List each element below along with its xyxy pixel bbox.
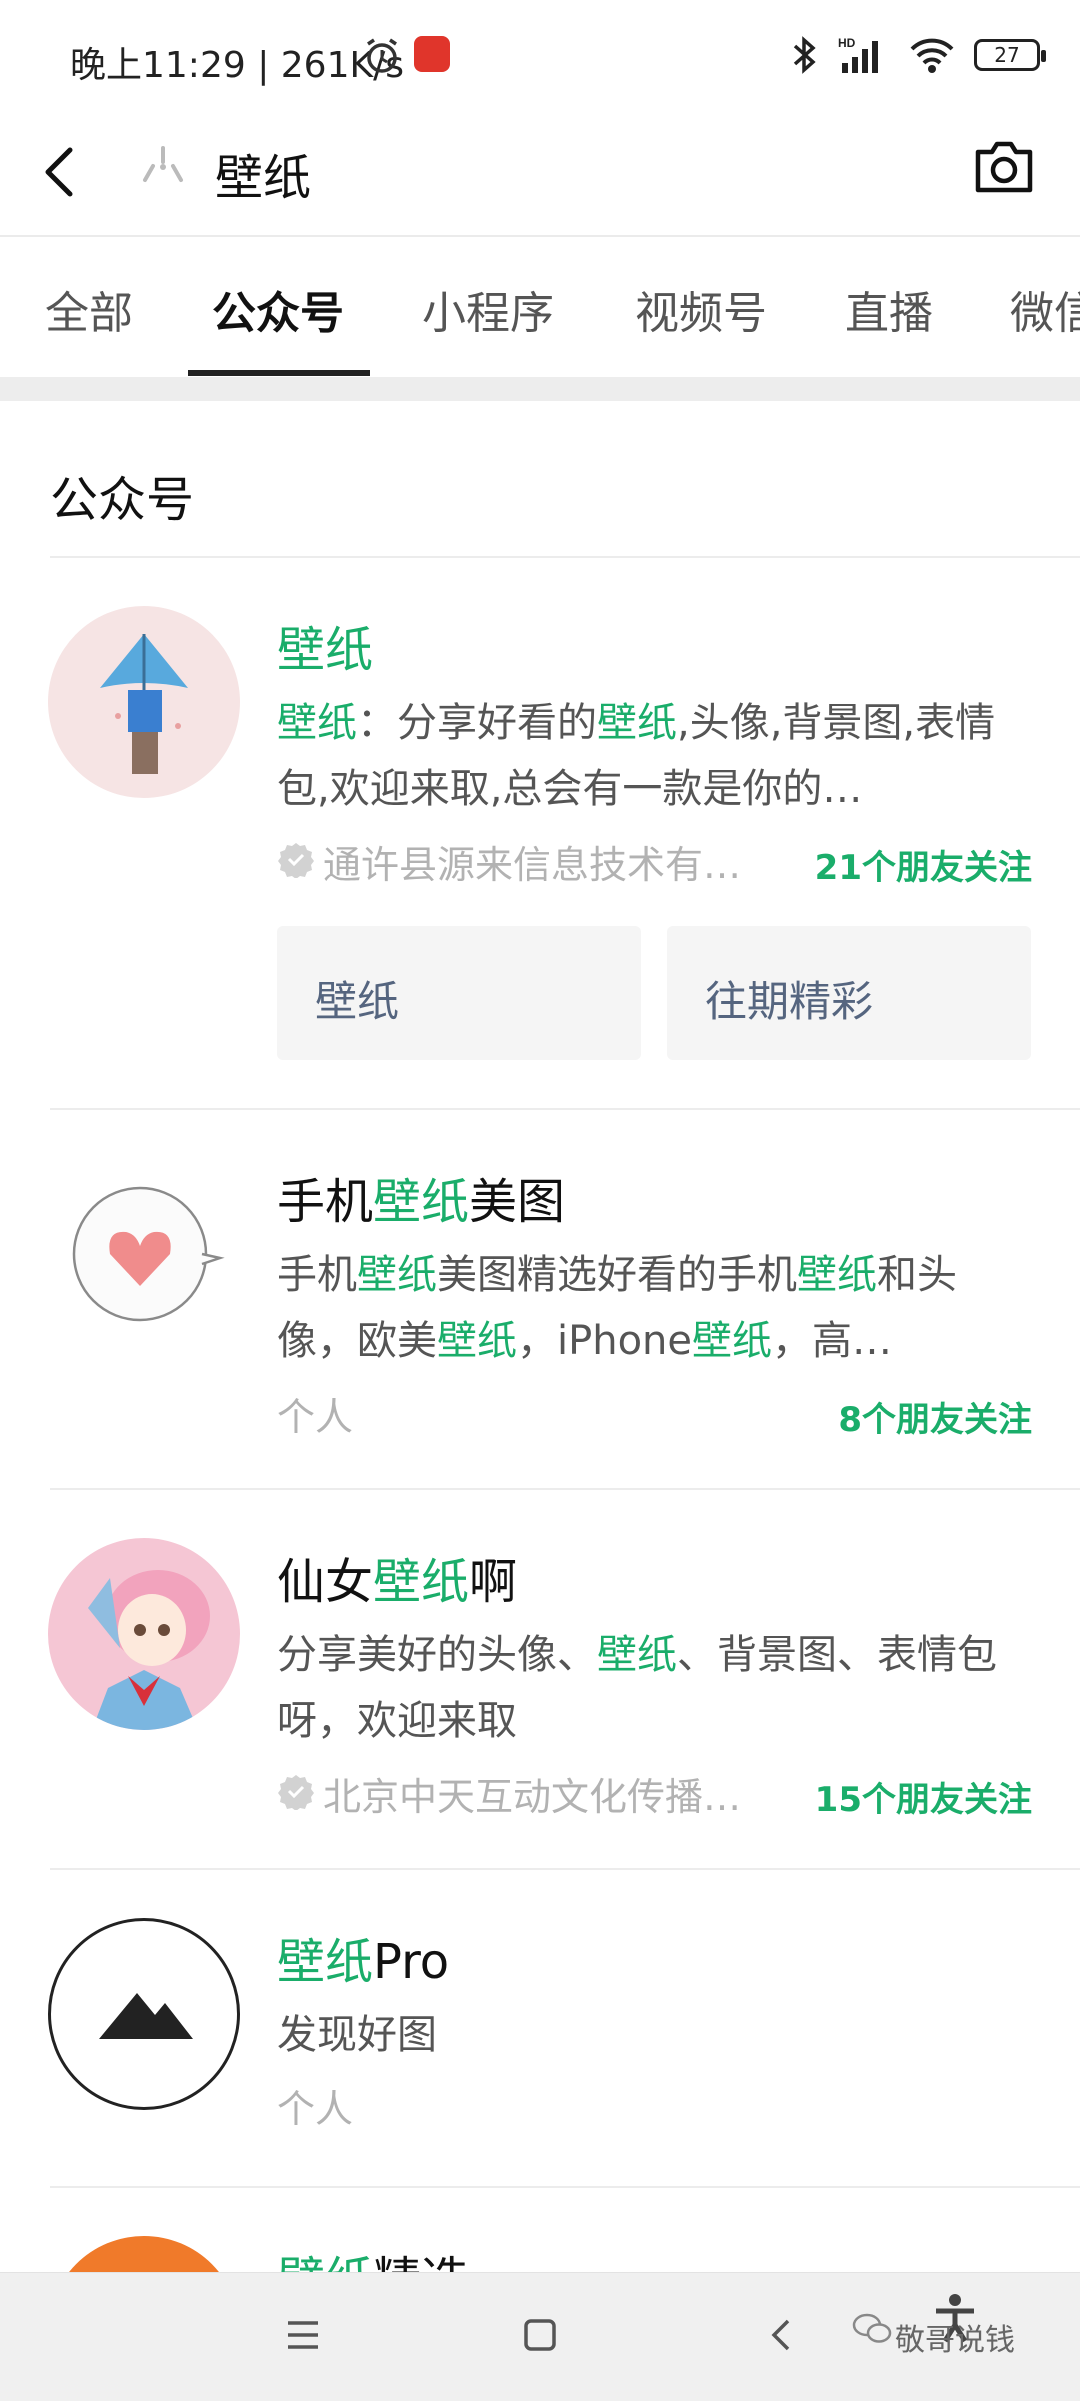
result-description: 分享美好的头像、壁纸、背景图、表情包呀，欢迎来取 xyxy=(277,1632,997,1744)
home-icon[interactable] xyxy=(522,2317,558,2357)
menu-button-history[interactable]: 往期精彩 xyxy=(667,926,1031,1060)
active-tab-indicator xyxy=(188,370,370,376)
svg-text:HD: HD xyxy=(838,36,856,50)
status-icons: HD 27 xyxy=(790,34,1046,76)
result-item-5[interactable]: 壁纸精选 xyxy=(0,2188,1080,2272)
result-title: 壁纸精选 xyxy=(277,2240,469,2272)
search-logo-icon xyxy=(135,140,191,196)
search-input[interactable]: 壁纸 xyxy=(215,138,311,208)
section-gap xyxy=(0,377,1080,401)
camera-icon[interactable] xyxy=(968,130,1040,202)
status-bar: 晚上11:29 | 261K/s HD 27 xyxy=(0,0,1080,110)
tab-weixin[interactable]: 微信 xyxy=(1010,277,1080,341)
battery-icon: 27 xyxy=(974,39,1046,71)
tab-live[interactable]: 直播 xyxy=(845,277,933,341)
back-button[interactable] xyxy=(30,132,90,212)
tab-mini-programs[interactable]: 小程序 xyxy=(422,277,554,341)
section-title: 公众号 xyxy=(50,472,195,528)
result-description: 发现好图 xyxy=(277,2012,437,2058)
result-title: 手机壁纸美图 xyxy=(277,1174,566,1230)
result-item-2[interactable]: 手机壁纸美图 手机壁纸美图精选好看的手机壁纸和头像，欧美壁纸，iPhone壁纸，… xyxy=(0,1110,1080,1488)
verified-icon xyxy=(277,1772,315,1814)
result-title: 仙女壁纸啊 xyxy=(277,1554,518,1610)
verified-icon xyxy=(277,840,315,882)
result-item-4[interactable]: 壁纸Pro 发现好图 个人 xyxy=(0,1870,1080,2186)
avatar xyxy=(48,1918,240,2110)
result-description: 手机壁纸美图精选好看的手机壁纸和头像，欧美壁纸，iPhone壁纸，高… xyxy=(277,1252,957,1364)
status-time: 晚上11:29 | 261K/s xyxy=(70,45,404,86)
account-type: 个人 xyxy=(277,2087,354,2131)
avatar xyxy=(48,1538,240,1730)
result-item-1[interactable]: 壁纸 壁纸：分享好看的壁纸,头像,背景图,表情包,欢迎来取,总会有一款是你的… … xyxy=(0,558,1080,1108)
avatar xyxy=(48,1158,240,1350)
alarm-icon xyxy=(362,36,402,80)
verified-organization: 通许县源来信息技术有… xyxy=(323,843,742,887)
friends-following: 21个朋友关注 xyxy=(814,848,1032,888)
result-item-3[interactable]: 仙女壁纸啊 分享美好的头像、壁纸、背景图、表情包呀，欢迎来取 北京中天互动文化传… xyxy=(0,1490,1080,1868)
search-header: 壁纸 xyxy=(0,110,1080,237)
tab-official-accounts[interactable]: 公众号 xyxy=(212,277,344,341)
battery-level: 27 xyxy=(994,43,1020,67)
watermark-text: 敬哥说钱 xyxy=(895,2323,1015,2358)
account-type: 个人 xyxy=(277,1395,354,1439)
tab-all[interactable]: 全部 xyxy=(45,277,133,341)
avatar xyxy=(48,606,240,798)
verified-organization: 北京中天互动文化传播… xyxy=(323,1775,742,1819)
bluetooth-icon xyxy=(793,36,816,74)
result-description: 壁纸：分享好看的壁纸,头像,背景图,表情包,欢迎来取,总会有一款是你的… xyxy=(277,700,996,812)
signal-icon: HD xyxy=(838,36,878,73)
result-title: 壁纸Pro xyxy=(277,1934,450,1990)
wechat-logo-icon xyxy=(852,2312,892,2350)
search-category-tabs: 全部 公众号 小程序 视频号 直播 微信 xyxy=(0,237,1080,377)
menu-button-wallpaper[interactable]: 壁纸 xyxy=(277,926,641,1060)
avatar xyxy=(48,2236,240,2272)
app-notification-icon xyxy=(414,36,450,72)
result-title: 壁纸 xyxy=(277,622,374,678)
wifi-icon xyxy=(910,38,954,73)
tab-channels[interactable]: 视频号 xyxy=(635,277,767,341)
friends-following: 15个朋友关注 xyxy=(814,1780,1032,1820)
menu-icon[interactable] xyxy=(285,2317,321,2357)
back-nav-icon[interactable] xyxy=(766,2315,796,2359)
friends-following: 8个朋友关注 xyxy=(838,1400,1032,1440)
